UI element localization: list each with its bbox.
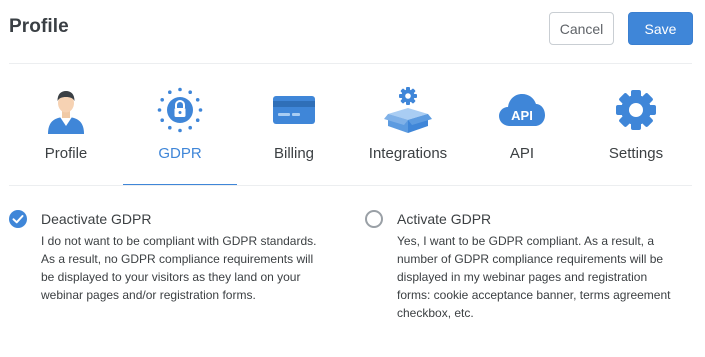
description-line: displayed in my webinar pages and regist… — [397, 270, 648, 284]
description-line: As a result, no GDPR compliance requirem… — [41, 252, 314, 266]
gdpr-lock-stars-icon — [157, 87, 203, 133]
description-line: number of GDPR compliance requirements w… — [397, 252, 664, 266]
gear-icon — [616, 90, 656, 130]
cancel-button[interactable]: Cancel — [549, 12, 614, 45]
option-title: Deactivate GDPR — [41, 211, 152, 227]
tab-label: Settings — [608, 145, 664, 162]
box-gear-icon — [384, 87, 432, 133]
page-title: Profile — [9, 16, 69, 37]
description-line: be displayed to your visitors as they la… — [41, 270, 301, 284]
profile-avatar-icon — [48, 91, 84, 134]
activate-gdpr-option[interactable]: Activate GDPR Yes, I want to be GDPR com… — [365, 210, 700, 325]
tab-api[interactable]: API API — [465, 80, 579, 186]
header-divider — [9, 63, 692, 64]
tab-profile[interactable]: Profile — [9, 80, 123, 186]
description-line: I do not want to be compliant with GDPR … — [41, 234, 317, 248]
tab-label: Integrations — [368, 145, 448, 162]
tabs-divider — [9, 185, 692, 186]
api-cloud-icon: API — [499, 94, 545, 126]
tab-integrations[interactable]: Integrations — [351, 80, 465, 186]
option-title: Activate GDPR — [397, 211, 492, 227]
tab-gdpr[interactable]: GDPR — [123, 80, 237, 186]
description-line: forms: cookie acceptance banner, terms a… — [397, 288, 671, 302]
deactivate-gdpr-option[interactable]: Deactivate GDPR I do not want to be comp… — [9, 210, 349, 310]
svg-text:API: API — [511, 108, 533, 123]
tab-label: GDPR — [158, 145, 202, 162]
option-description: Yes, I want to be GDPR compliant. As a r… — [397, 232, 670, 322]
description-line: Yes, I want to be GDPR compliant. As a r… — [397, 234, 655, 248]
description-line: checkbox, etc. — [397, 306, 474, 320]
credit-card-icon — [273, 96, 315, 124]
tab-label: API — [509, 145, 535, 162]
save-button[interactable]: Save — [628, 12, 693, 45]
page-header: Profile Cancel Save — [0, 0, 705, 62]
radio-unchecked[interactable] — [365, 210, 383, 228]
radio-checked[interactable] — [9, 210, 27, 228]
check-icon — [12, 215, 24, 224]
tab-settings[interactable]: Settings — [579, 80, 693, 186]
tab-label: Billing — [273, 145, 315, 162]
tab-label: Profile — [44, 145, 88, 162]
description-line: webinar pages and/or registration forms. — [41, 288, 256, 302]
tab-billing[interactable]: Billing — [237, 80, 351, 186]
option-description: I do not want to be compliant with GDPR … — [41, 232, 316, 304]
